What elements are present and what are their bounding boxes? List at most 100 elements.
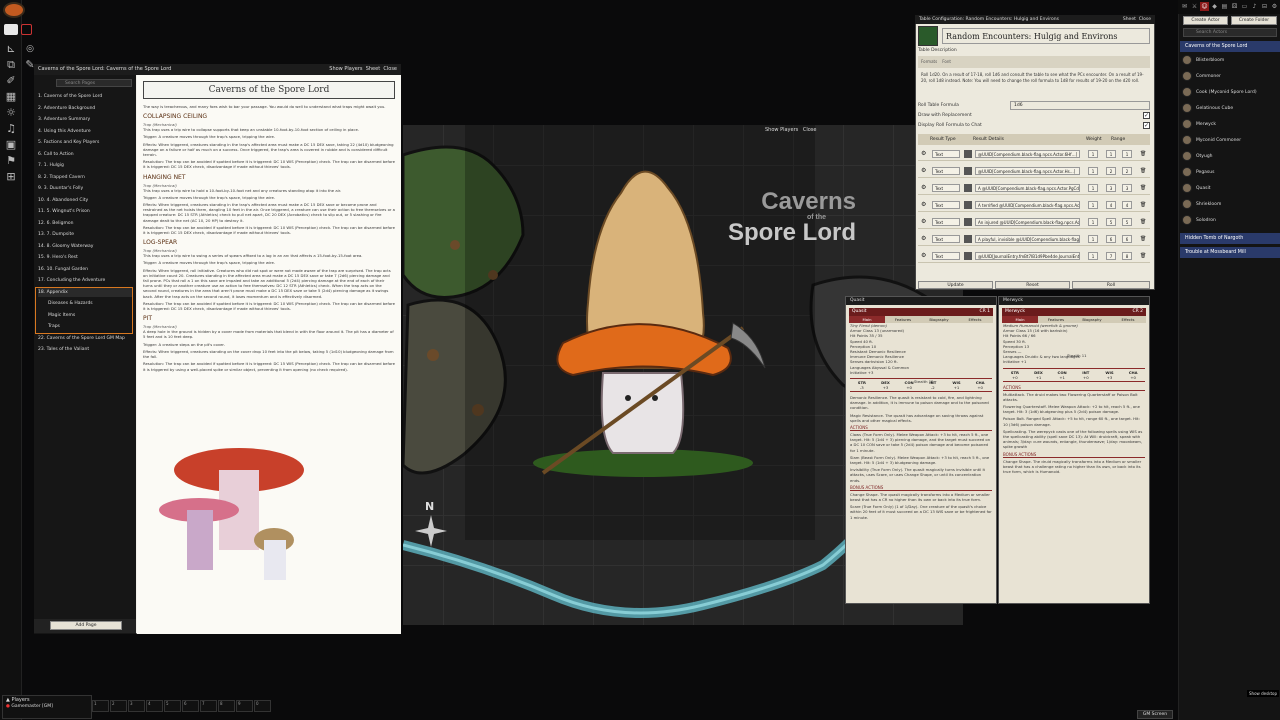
ability-cell[interactable]: CON +1 [1050, 370, 1074, 380]
result-range-low[interactable]: 2 [1106, 167, 1116, 175]
result-icon[interactable]: ⚙ [921, 232, 926, 246]
sheet-tab[interactable]: Effects [1110, 316, 1146, 323]
result-weight[interactable]: 1 [1088, 201, 1098, 209]
quasit-name[interactable]: Quasit [852, 309, 867, 314]
ability-cell[interactable]: INT +0 [1074, 370, 1098, 380]
result-range-high[interactable]: 5 [1122, 218, 1132, 226]
create-actor-button[interactable]: Create Actor [1183, 16, 1228, 25]
token-controls-icon[interactable] [4, 24, 18, 35]
toc-item[interactable]: 2. Adventure Background [38, 104, 132, 113]
delete-result-icon[interactable]: 🗑 [1140, 147, 1146, 161]
ability-cell[interactable]: CHA +0 [1121, 370, 1145, 380]
journal-search-input[interactable]: Search Pages [56, 79, 132, 87]
delete-result-icon[interactable]: 🗑 [1140, 215, 1146, 229]
actor-entry[interactable]: Myconid Commoner [1182, 134, 1278, 147]
result-details[interactable]: @UUID[Compendium.black-flag.npcs.Actor.6… [975, 150, 1080, 158]
journal-header[interactable]: Caverns of the Spore Lord: Caverns of th… [34, 64, 401, 75]
toc-item[interactable]: 13. 7. Dumpsite [38, 230, 132, 239]
create-folder-button[interactable]: Create Folder [1231, 16, 1277, 25]
toc-item[interactable]: 14. 8. Gloomy Waterway [38, 242, 132, 251]
result-range-high[interactable]: 1 [1122, 150, 1132, 158]
result-details[interactable]: A @UUID[Compendium.black-flag.npcs.Actor… [975, 184, 1080, 192]
result-icon[interactable]: ⚙ [921, 147, 926, 161]
result-details[interactable]: A terrified @UUID[Compendium.black-flag.… [975, 201, 1080, 209]
toc-item[interactable]: 6. Call to Action [38, 150, 132, 159]
toc-item[interactable]: 7. 1. Hulgig [38, 161, 132, 170]
result-type[interactable]: Text [932, 218, 960, 226]
merwyck-header[interactable]: Merwyck [999, 297, 1149, 305]
map-show-players[interactable]: Show Players Close [765, 127, 816, 133]
result-icon[interactable]: ⚙ [921, 215, 926, 229]
result-range-low[interactable]: 1 [1106, 150, 1116, 158]
result-range-high[interactable]: 8 [1122, 252, 1132, 260]
tile-icon[interactable]: ⧉ [3, 58, 19, 72]
ability-cell[interactable]: CHA +0 [968, 380, 992, 390]
ability-cell[interactable]: WIS +3 [1098, 370, 1122, 380]
result-details[interactable]: An injured @UUID[Compendium.black-flag.n… [975, 218, 1080, 226]
actor-entry[interactable]: Merwyck [1182, 118, 1278, 131]
light-icon[interactable]: ☼ [3, 106, 19, 120]
sheet-tab[interactable]: Main [849, 316, 885, 323]
rolltable-name-input[interactable]: Random Encounters: Hulgig and Environs [942, 28, 1150, 44]
macro-slot[interactable]: 4 [146, 700, 163, 712]
tables-icon[interactable]: ⚄ [1230, 2, 1239, 11]
rolltable-update-button[interactable]: Update [918, 281, 993, 289]
actor-entry[interactable]: Commoner [1182, 70, 1278, 83]
toc-item[interactable]: 4. Using this Adventure [38, 127, 132, 136]
result-icon[interactable]: ⚙ [921, 164, 926, 178]
macro-slot[interactable]: 8 [218, 700, 235, 712]
delete-result-icon[interactable]: 🗑 [1140, 181, 1146, 195]
combat-icon[interactable]: ⚔ [1190, 2, 1199, 11]
result-range-high[interactable]: 4 [1122, 201, 1132, 209]
cards-icon[interactable]: ▭ [1240, 2, 1249, 11]
rolltable-reset-button[interactable]: Reset [995, 281, 1070, 289]
actor-entry[interactable]: Otyugh [1182, 150, 1278, 163]
rolltable-close-button[interactable]: Close [1139, 17, 1151, 22]
folder-mossbeard[interactable]: Trouble at Mossbeard Mill [1180, 247, 1280, 258]
result-details[interactable]: @UUID[JournalEntry.fmBt7IB1d9Pbe4de.Jour… [975, 252, 1080, 260]
compendium-icon[interactable]: ⊟ [1260, 2, 1269, 11]
actor-entry[interactable]: Solodron [1182, 214, 1278, 227]
gm-screen-button[interactable]: GM Screen [1137, 710, 1173, 719]
macro-slot[interactable]: 5 [164, 700, 181, 712]
select-tool-icon[interactable] [21, 24, 32, 35]
rolltable-formula-input[interactable]: 1d6 [1010, 101, 1150, 110]
draw-icon[interactable]: ✐ [3, 74, 19, 88]
target-icon[interactable]: ◎ [22, 42, 38, 56]
toc-item[interactable]: 5. Factions and Key Players [38, 138, 132, 147]
result-range-high[interactable]: 6 [1122, 235, 1132, 243]
journal-close-button[interactable]: Close [383, 66, 397, 72]
result-weight[interactable]: 1 [1088, 150, 1098, 158]
ability-cell[interactable]: STR +0 [1003, 370, 1027, 380]
delete-result-icon[interactable]: 🗑 [1140, 198, 1146, 212]
actors-search-input[interactable]: Search Actors [1183, 28, 1277, 37]
players-panel[interactable]: ▲ Players ● Gamemaster [GM] [2, 695, 92, 719]
delete-result-icon[interactable]: 🗑 [1140, 164, 1146, 178]
sheet-tab[interactable]: Biography [921, 316, 957, 323]
quasit-header[interactable]: Quasit [846, 297, 996, 305]
toc-item[interactable]: 15. 9. Hero's Rest [38, 253, 132, 262]
result-type[interactable]: Text [932, 150, 960, 158]
rolltable-image[interactable] [918, 26, 938, 46]
sound-icon[interactable]: ♫ [3, 122, 19, 136]
folder-caverns[interactable]: Caverns of the Spore Lord [1180, 41, 1280, 52]
result-weight[interactable]: 1 [1088, 184, 1098, 192]
result-range-high[interactable]: 2 [1122, 167, 1132, 175]
region-icon[interactable]: ▣ [3, 138, 19, 152]
result-details[interactable]: A playful, invisible @UUID[Compendium.bl… [975, 235, 1080, 243]
actor-entry[interactable]: Blisterbloom [1182, 54, 1278, 67]
macro-slot[interactable]: 9 [236, 700, 253, 712]
macro-slot[interactable]: 0 [254, 700, 271, 712]
actor-entry[interactable]: Pegasus [1182, 166, 1278, 179]
measure-icon[interactable]: ⊾ [3, 42, 19, 56]
playlists-icon[interactable]: ♪ [1250, 2, 1259, 11]
toc-item[interactable]: 17. Concluding the Adventure [38, 276, 132, 285]
sheet-tab[interactable]: Features [1038, 316, 1074, 323]
ability-cell[interactable]: WIS +1 [945, 380, 969, 390]
add-page-button[interactable]: Add Page [50, 621, 122, 630]
display-formula-checkbox[interactable]: ✓ [1143, 122, 1150, 129]
result-details[interactable]: @UUID[Compendium.black-flag.npcs.Actor.H… [975, 167, 1080, 175]
toc-item[interactable]: 3. Adventure Summary [38, 115, 132, 124]
toc-item[interactable]: 10. 4. Abandoned City [38, 196, 132, 205]
result-type[interactable]: Text [932, 167, 960, 175]
